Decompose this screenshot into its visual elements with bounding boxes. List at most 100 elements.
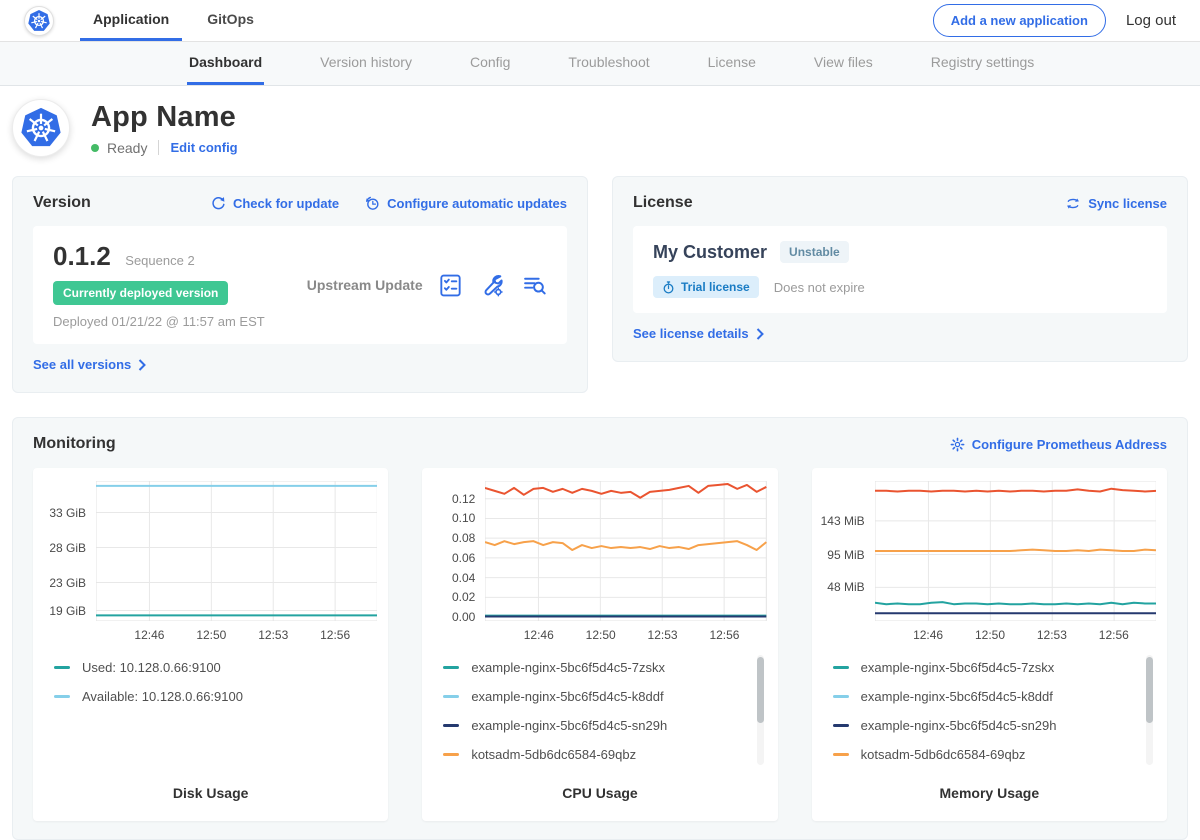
check-for-update-link[interactable]: Check for update [211,196,339,211]
gear-icon [950,437,965,452]
y-tick-label: 0.10 [452,511,475,525]
x-tick-label: 12:56 [320,628,350,642]
version-source-label: Upstream Update [307,277,438,293]
legend-label: example-nginx-5bc6f5d4c5-k8ddf [861,689,1053,704]
chart-title: Memory Usage [823,785,1156,801]
subnav-tab-version-history[interactable]: Version history [318,42,414,85]
legend-label: example-nginx-5bc6f5d4c5-7zskx [861,660,1055,675]
legend-swatch [443,666,459,669]
legend-item: example-nginx-5bc6f5d4c5-7zskx [833,653,1156,682]
subnav-tab-view-files[interactable]: View files [812,42,875,85]
legend-scrollbar[interactable] [757,655,764,765]
configure-automatic-updates-link[interactable]: Configure automatic updates [365,196,567,211]
see-all-versions-link[interactable]: See all versions [33,357,146,372]
x-tick-label: 12:46 [524,628,554,642]
see-license-details-link[interactable]: See license details [633,326,764,341]
currently-deployed-badge: Currently deployed version [53,281,228,305]
see-all-versions-label: See all versions [33,357,131,372]
subnav-tab-dashboard[interactable]: Dashboard [187,42,264,85]
chart-legend: example-nginx-5bc6f5d4c5-7zskx example-ng… [823,653,1156,771]
x-tick-label: 12:53 [258,628,288,642]
logout-button[interactable]: Log out [1126,12,1176,29]
sync-license-label: Sync license [1088,196,1167,211]
y-axis-labels: 143 MiB95 MiB48 MiB [823,481,875,621]
x-tick-label: 12:53 [648,628,678,642]
legend-item: example-nginx-5bc6f5d4c5-sn29h [833,711,1156,740]
add-application-button[interactable]: Add a new application [933,4,1106,37]
sync-license-link[interactable]: Sync license [1065,196,1167,211]
y-tick-label: 19 GiB [49,604,86,618]
top-nav-tabs: Application GitOps [80,0,279,41]
x-tick-label: 12:46 [913,628,943,642]
subnav-tab-troubleshoot[interactable]: Troubleshoot [566,42,651,85]
legend-label: example-nginx-5bc6f5d4c5-sn29h [861,718,1057,733]
app-icon [12,99,70,157]
current-version-row: 0.1.2 Sequence 2 Currently deployed vers… [33,226,567,344]
x-tick-label: 12:56 [709,628,739,642]
topnav-tab-gitops[interactable]: GitOps [194,0,267,41]
chart-title: Disk Usage [44,785,377,801]
legend-scrollbar[interactable] [1146,655,1153,765]
legend-item: Available: 10.128.0.66:9100 [54,682,377,711]
legend-label: Used: 10.128.0.66:9100 [82,660,221,675]
config-wrench-icon[interactable] [480,273,505,298]
chart-plot-area [875,481,1156,621]
x-tick-label: 12:53 [1037,628,1067,642]
legend-label: example-nginx-5bc6f5d4c5-7zskx [471,660,665,675]
trial-license-badge: Trial license [653,276,759,298]
view-diff-icon[interactable] [522,273,547,298]
y-tick-label: 33 GiB [49,506,86,520]
x-tick-label: 12:50 [196,628,226,642]
configure-prometheus-link[interactable]: Configure Prometheus Address [950,437,1167,452]
legend-label: kotsadm-5db6dc6584-69qbz [471,747,636,762]
x-tick-label: 12:46 [134,628,164,642]
kubernetes-logo-icon [24,6,54,36]
see-license-details-label: See license details [633,326,749,341]
subnav-tab-config[interactable]: Config [468,42,512,85]
y-tick-label: 28 GiB [49,541,86,555]
stopwatch-icon [662,281,675,294]
legend-item: Used: 10.128.0.66:9100 [54,653,377,682]
app-header: App Name Ready Edit config [0,86,1200,167]
legend-label: Available: 10.128.0.66:9100 [82,689,243,704]
top-navigation-bar: ApplicationGitOps Add a new application … [0,0,1200,42]
subnav-tab-license[interactable]: License [706,42,758,85]
app-status-label: Ready [107,140,147,156]
kubernetes-wheel-icon [19,106,63,150]
subnav-tab-registry-settings[interactable]: Registry settings [929,42,1036,85]
channel-badge: Unstable [780,241,849,263]
monitoring-charts: 33 GiB28 GiB23 GiB19 GiB12:4612:5012:531… [33,468,1167,821]
legend-swatch [443,695,459,698]
chart-legend: example-nginx-5bc6f5d4c5-7zskx example-ng… [433,653,766,771]
x-tick-label: 12:50 [586,628,616,642]
topnav-tab-application[interactable]: Application [80,0,182,41]
preflight-checks-icon[interactable] [438,273,463,298]
chart-plot-area [96,481,377,621]
version-sequence: Sequence 2 [125,253,194,268]
legend-swatch [443,753,459,756]
y-tick-label: 0.06 [452,551,475,565]
y-tick-label: 143 MiB [821,514,865,528]
version-card-title: Version [33,194,91,212]
license-card: License Sync license My Customer Unstabl… [612,176,1188,362]
chevron-right-icon [138,359,146,371]
legend-scrollbar-thumb[interactable] [1146,657,1153,723]
license-card-title: License [633,194,693,212]
x-tick-label: 12:56 [1099,628,1129,642]
chart-plot-area [485,481,766,621]
divider [158,140,159,155]
chevron-right-icon [756,328,764,340]
configure-prometheus-label: Configure Prometheus Address [972,437,1167,452]
x-axis-labels: 12:4612:5012:5312:56 [875,621,1156,645]
legend-item: example-nginx-5bc6f5d4c5-k8ddf [833,682,1156,711]
legend-swatch [833,695,849,698]
y-tick-label: 0.00 [452,610,475,624]
legend-scrollbar-thumb[interactable] [757,657,764,723]
legend-item: example-nginx-5bc6f5d4c5-7zskx [443,653,766,682]
legend-swatch [833,666,849,669]
chart-card-cpu-usage: 0.120.100.080.060.040.020.0012:4612:5012… [422,468,777,821]
legend-label: example-nginx-5bc6f5d4c5-k8ddf [471,689,663,704]
legend-swatch [54,695,70,698]
edit-config-link[interactable]: Edit config [170,140,237,155]
legend-label: example-nginx-5bc6f5d4c5-sn29h [471,718,667,733]
